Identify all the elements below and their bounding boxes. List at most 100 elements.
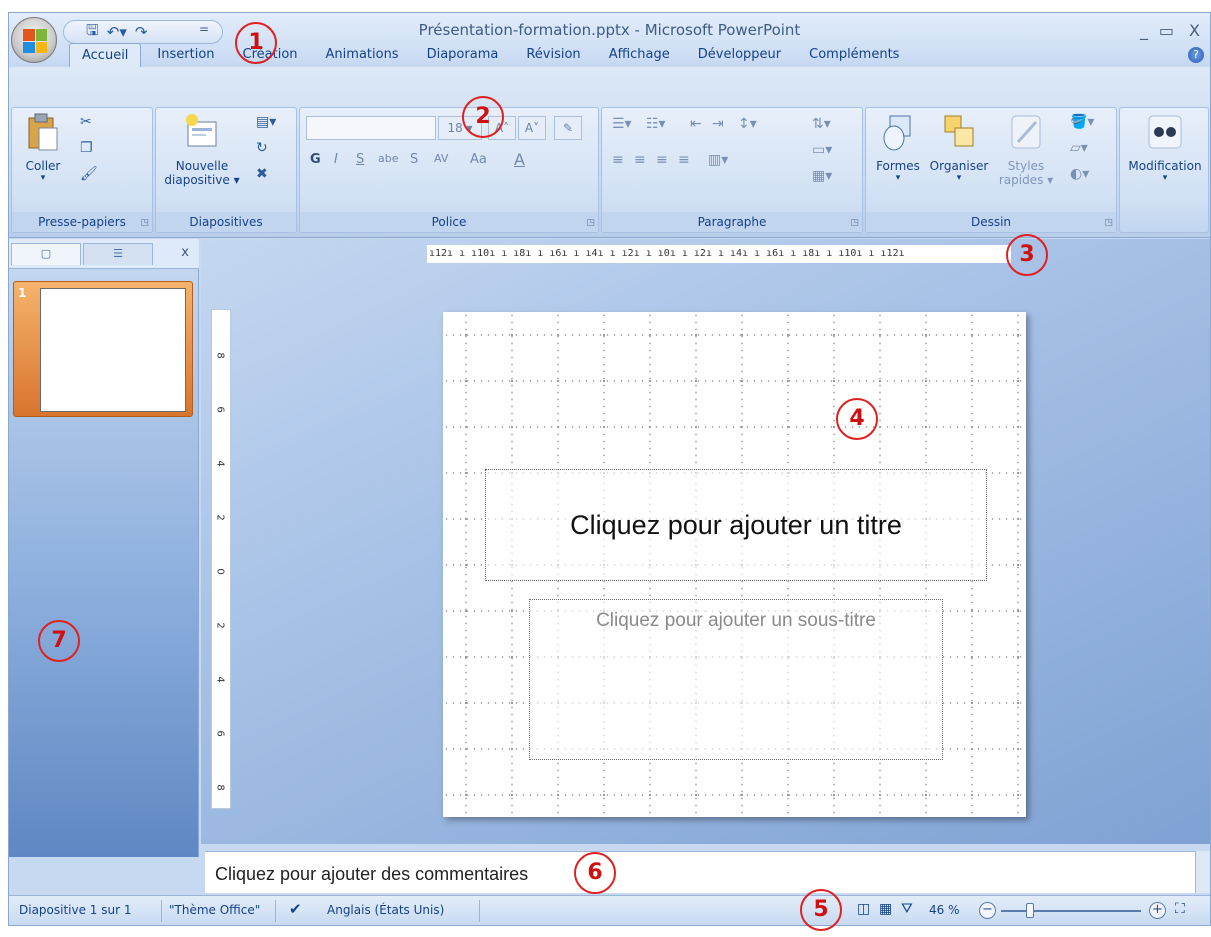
normal-view-icon[interactable]: ◫: [857, 901, 870, 917]
layout-icon[interactable]: ▤▾: [256, 114, 276, 130]
ruler-tick: 0: [214, 568, 226, 575]
tab-complements[interactable]: Compléments: [797, 43, 911, 67]
tab-slides[interactable]: ▢: [11, 243, 81, 265]
align-text-icon[interactable]: ▭▾: [812, 142, 832, 158]
help-icon[interactable]: ?: [1188, 47, 1204, 63]
pane-close-button[interactable]: x: [181, 245, 189, 260]
format-painter-icon[interactable]: 🖌: [80, 166, 98, 182]
cut-icon[interactable]: ✂: [80, 114, 92, 130]
quick-styles-button[interactable]: Styles rapides ▾: [996, 112, 1056, 187]
tab-insertion[interactable]: Insertion: [145, 43, 226, 67]
spelling-check-icon[interactable]: ✔: [289, 900, 302, 918]
delete-slide-icon[interactable]: ✖: [256, 166, 268, 182]
shape-outline-icon[interactable]: ▱▾: [1070, 140, 1088, 156]
shape-fill-icon[interactable]: 🪣▾: [1070, 114, 1094, 130]
office-button[interactable]: [11, 17, 57, 63]
drawing-dialog-launcher-icon[interactable]: ◳: [1104, 218, 1113, 228]
slide-sorter-icon[interactable]: ▦: [879, 901, 892, 917]
font-color-button[interactable]: A: [514, 150, 525, 169]
tab-diaporama[interactable]: Diaporama: [415, 43, 511, 67]
clear-format-icon[interactable]: ✎: [554, 116, 582, 140]
zoom-out-button[interactable]: −: [979, 902, 996, 919]
ribbon: Coller ▾ ✂ ❐ 🖌 Presse-papiers ◳ Nouvelle…: [9, 67, 1210, 238]
paste-button[interactable]: Coller ▾: [18, 112, 68, 183]
zoom-level[interactable]: 46 %: [929, 903, 960, 917]
title-placeholder[interactable]: Cliquez pour ajouter un titre: [485, 469, 987, 581]
underline-button[interactable]: S: [356, 152, 364, 167]
tab-outline[interactable]: ☰: [83, 243, 153, 265]
columns-icon[interactable]: ▥▾: [708, 152, 728, 168]
font-dialog-launcher-icon[interactable]: ◳: [586, 218, 595, 228]
quick-styles-icon: [1011, 115, 1041, 149]
tab-animations[interactable]: Animations: [314, 43, 411, 67]
align-left-icon[interactable]: ≡: [612, 152, 624, 168]
tab-affichage[interactable]: Affichage: [597, 43, 682, 67]
theme-status: "Thème Office": [169, 903, 261, 917]
slide-thumbnail-preview: [40, 288, 186, 412]
separator: [479, 900, 480, 922]
change-case-button[interactable]: Aa: [470, 152, 487, 167]
group-label-clipboard: Presse-papiers: [12, 212, 152, 232]
editing-button[interactable]: Modification ▾: [1122, 112, 1208, 183]
shrink-font-button[interactable]: A˅: [518, 116, 546, 140]
close-button[interactable]: X: [1189, 21, 1200, 40]
annotation-7: 7: [38, 620, 80, 662]
zoom-slider-track[interactable]: [1001, 910, 1141, 912]
ruler-tick: 8: [214, 784, 226, 791]
tab-developpeur[interactable]: Développeur: [686, 43, 793, 67]
pane-tabs: ▢ ☰ x: [9, 239, 199, 269]
new-slide-button[interactable]: Nouvelle diapositive ▾: [162, 112, 242, 187]
minimize-button[interactable]: _: [1140, 21, 1148, 40]
shadow-button[interactable]: S: [410, 152, 418, 167]
decrease-indent-icon[interactable]: ⇤: [690, 116, 702, 132]
office-logo-icon: [23, 29, 47, 53]
align-center-icon[interactable]: ≡: [634, 152, 646, 168]
copy-icon[interactable]: ❐: [80, 140, 93, 156]
title-bar: 🖫 ↶▾ ↷ = Présentation-formation.pptx - M…: [9, 13, 1210, 67]
font-name-field[interactable]: [306, 116, 436, 140]
ruler-tick: 4: [214, 676, 226, 683]
dialog-launcher-icon[interactable]: ◳: [140, 218, 149, 228]
language-status[interactable]: Anglais (États Unis): [327, 903, 444, 917]
justify-icon[interactable]: ≡: [678, 152, 690, 168]
fit-window-icon[interactable]: ⛶: [1175, 901, 1185, 917]
zoom-in-button[interactable]: +: [1149, 902, 1166, 919]
slide-count-status: Diapositive 1 sur 1: [19, 903, 132, 917]
text-direction-icon[interactable]: ⇅▾: [812, 116, 831, 132]
powerpoint-window: 🖫 ↶▾ ↷ = Présentation-formation.pptx - M…: [8, 12, 1211, 926]
notes-pane[interactable]: Cliquez pour ajouter des commentaires: [205, 851, 1197, 893]
group-label-drawing: Dessin: [866, 212, 1116, 232]
slideshow-icon[interactable]: ⛛: [901, 901, 913, 917]
paragraph-dialog-launcher-icon[interactable]: ◳: [850, 218, 859, 228]
annotation-3: 3: [1006, 234, 1048, 276]
ruler-tick: 2: [214, 514, 226, 521]
line-spacing-icon[interactable]: ↕▾: [738, 116, 757, 132]
bullets-icon[interactable]: ☰▾: [612, 116, 632, 132]
group-drawing: Formes ▾ Organiser ▾ Styles rapides ▾ �: [865, 107, 1117, 233]
zoom-slider-thumb[interactable]: [1026, 903, 1034, 918]
arrange-button[interactable]: Organiser ▾: [926, 112, 992, 183]
numbering-icon[interactable]: ☷▾: [646, 116, 666, 132]
shape-effects-icon[interactable]: ◐▾: [1070, 166, 1089, 182]
subtitle-placeholder[interactable]: Cliquez pour ajouter un sous-titre: [529, 599, 943, 760]
align-right-icon[interactable]: ≡: [656, 152, 668, 168]
strikethrough-button[interactable]: abe: [378, 152, 399, 165]
ruler-tick: 2: [214, 622, 226, 629]
window-title: Présentation-formation.pptx - Microsoft …: [418, 21, 801, 39]
notes-scrollbar[interactable]: [1195, 851, 1210, 893]
maximize-button[interactable]: ▭: [1159, 21, 1174, 40]
slide-canvas[interactable]: Cliquez pour ajouter un titre Cliquez po…: [443, 312, 1026, 817]
reset-icon[interactable]: ↻: [256, 140, 268, 156]
ruler-tick: 6: [214, 406, 226, 413]
tab-revision[interactable]: Révision: [514, 43, 592, 67]
smartart-icon[interactable]: ▦▾: [812, 168, 832, 184]
new-slide-icon: [186, 114, 217, 147]
annotation-1: 1: [235, 22, 277, 64]
tab-accueil[interactable]: Accueil: [69, 43, 142, 67]
slide-thumbnail[interactable]: 1: [13, 281, 193, 417]
italic-button[interactable]: I: [334, 152, 338, 167]
increase-indent-icon[interactable]: ⇥: [712, 116, 724, 132]
shapes-button[interactable]: Formes ▾: [870, 112, 926, 183]
character-spacing-button[interactable]: AV: [434, 152, 448, 165]
bold-button[interactable]: G: [310, 152, 321, 167]
